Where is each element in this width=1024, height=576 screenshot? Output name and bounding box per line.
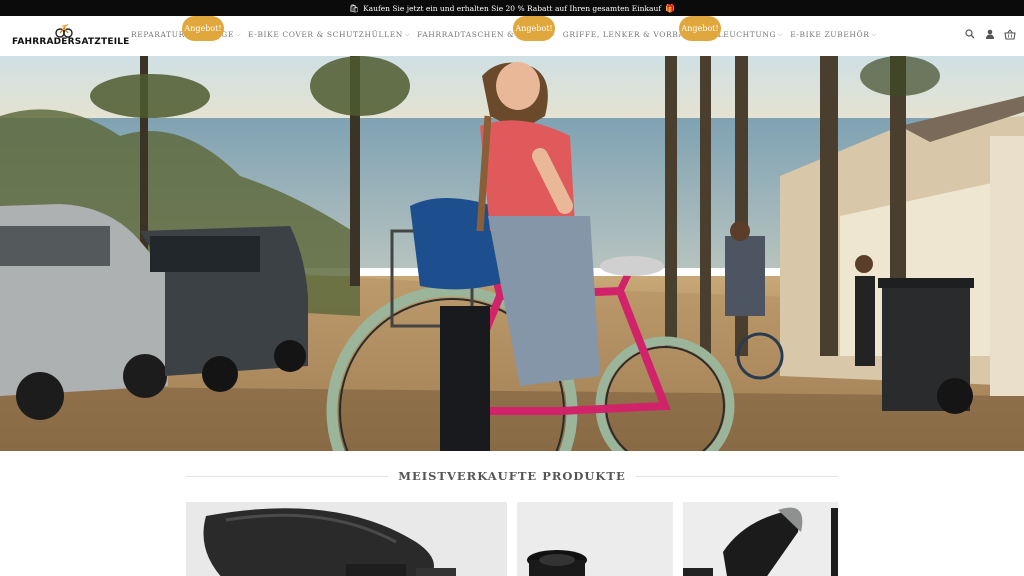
sale-badge: Angebot! bbox=[679, 16, 721, 41]
nav-item-ebike-cover[interactable]: E-BIKE COVER & SCHUTZHÜLLEN ⌵ bbox=[248, 30, 410, 39]
nav-item-griffe-lenker[interactable]: GRIFFE, LENKER & VORBAU ⌵ bbox=[563, 30, 699, 39]
main-nav: REPARATUR & PFLEGE ⌵ E-BIKE COVER & SCHU… bbox=[131, 30, 877, 39]
product-image-bottle-cap bbox=[527, 550, 587, 576]
hero-banner-image[interactable] bbox=[0, 56, 1024, 451]
logo-emblem-icon bbox=[55, 24, 73, 38]
sale-badge: Angebot! bbox=[513, 16, 555, 41]
nav-item-label: GRIFFE, LENKER & VORBAU bbox=[562, 30, 692, 39]
hero-illustration bbox=[0, 56, 1024, 451]
chevron-down-icon: ⌵ bbox=[778, 30, 784, 38]
shopping-bag-icon: 🛍 bbox=[348, 3, 360, 13]
site-header: FAHRRADERSATZTEILE REPARATUR & PFLEGE ⌵ … bbox=[0, 16, 1024, 56]
chevron-down-icon: ⌵ bbox=[235, 30, 242, 38]
nav-item-ebike-zubehoer[interactable]: E-BIKE ZUBEHÖR ⌵ bbox=[790, 30, 877, 39]
product-card[interactable] bbox=[186, 502, 507, 576]
promo-bar: 🛍 Kaufen Sie jetzt ein und erhalten Sie … bbox=[0, 0, 1024, 16]
promo-text: Kaufen Sie jetzt ein und erhalten Sie 20… bbox=[363, 3, 662, 13]
gift-icon: 🎁 bbox=[665, 3, 676, 13]
site-logo[interactable]: FAHRRADERSATZTEILE bbox=[12, 24, 129, 50]
divider-line-right bbox=[635, 475, 838, 477]
basket-icon[interactable] bbox=[1004, 28, 1016, 40]
product-image-bike-saddle bbox=[203, 508, 456, 576]
chevron-down-icon: ⌵ bbox=[404, 30, 411, 38]
section-title: MEISTVERKAUFTE PRODUKTE bbox=[398, 469, 626, 483]
header-actions bbox=[964, 28, 1016, 40]
bestsellers-heading: MEISTVERKAUFTE PRODUKTE bbox=[186, 466, 838, 486]
user-icon[interactable] bbox=[984, 28, 996, 40]
nav-item-label: E-BIKE ZUBEHÖR bbox=[790, 30, 870, 39]
logo-text: FAHRRADERSATZTEILE bbox=[12, 37, 130, 47]
chevron-down-icon: ⌵ bbox=[871, 30, 877, 38]
divider-line-left bbox=[186, 475, 389, 477]
sale-badge: Angebot! bbox=[182, 16, 224, 41]
nav-item-label: E-BIKE COVER & SCHUTZHÜLLEN bbox=[248, 30, 403, 39]
product-card[interactable] bbox=[683, 502, 838, 576]
product-image-bike-horn bbox=[683, 507, 838, 576]
search-icon[interactable] bbox=[964, 28, 976, 40]
product-card[interactable] bbox=[517, 502, 673, 576]
